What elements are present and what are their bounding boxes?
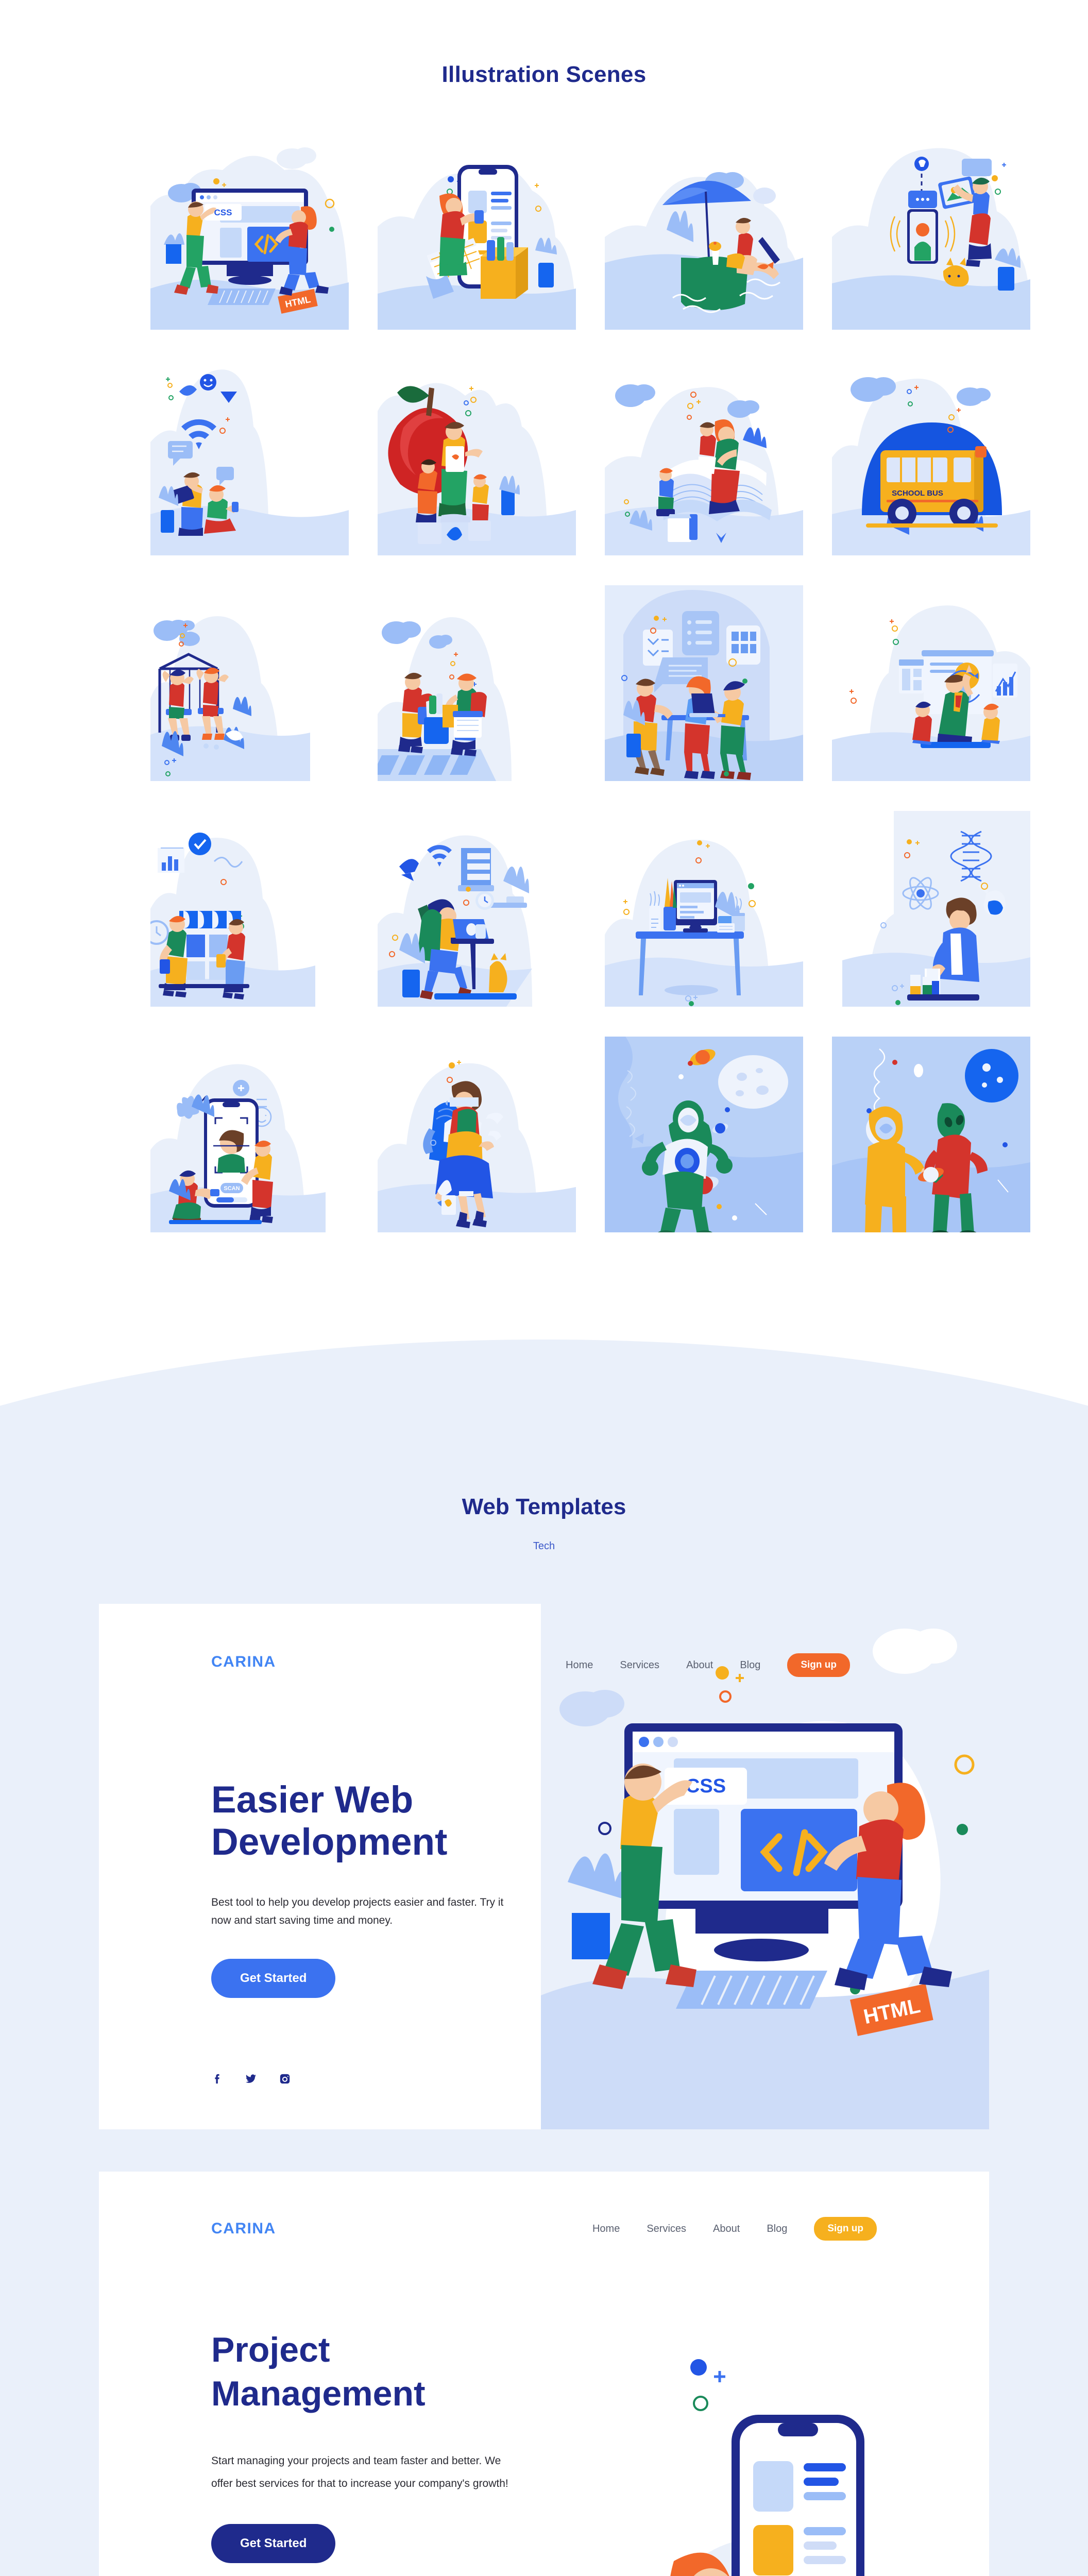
scene-card-storefront-shopping[interactable]: Storefront Shopping bbox=[150, 811, 349, 1007]
svg-text:CSS: CSS bbox=[686, 1775, 726, 1797]
scene-card-reading-together[interactable]: Reading Together bbox=[605, 360, 803, 555]
nav-link-services[interactable]: Services bbox=[620, 1659, 659, 1671]
scene-card-working-on-vacation[interactable]: Working On Vacation bbox=[605, 134, 803, 330]
scene-card-web-development[interactable]: Web Development CSS bbox=[150, 134, 349, 330]
scene-card-desk-workspace[interactable]: Desk Workspace bbox=[605, 811, 803, 1007]
scene-card-alien-encounter[interactable]: Alien Encounter bbox=[832, 1037, 1030, 1232]
templates-title: Web Templates bbox=[462, 1494, 626, 1519]
scene-card-walking-to-school[interactable]: Walking To School bbox=[378, 585, 576, 781]
twitter-icon[interactable] bbox=[245, 2073, 257, 2087]
scene-card-education-apple[interactable]: Education Apple bbox=[378, 360, 576, 555]
scene-card-mobile-planning[interactable]: Mobile Planning bbox=[378, 134, 576, 330]
template-2-illustration bbox=[371, 2323, 989, 2576]
nav-link-about[interactable]: About bbox=[686, 1659, 713, 1671]
nav-link-services[interactable]: Services bbox=[647, 2223, 686, 2235]
scene-card-school-bus[interactable]: School Bus SCHOOL BUS bbox=[832, 360, 1030, 555]
illustration-grid: Web Development CSS bbox=[150, 134, 1030, 1232]
templates-subtitle: Tech bbox=[533, 1540, 555, 1552]
template-1-nav: Home Services About Blog Sign up bbox=[566, 1653, 851, 1677]
page-title: Illustration Scenes bbox=[441, 62, 647, 87]
brand-logo-carina[interactable]: CARINA bbox=[211, 1653, 541, 1671]
get-started-button[interactable]: Get Started bbox=[211, 1958, 336, 1998]
template-1-body: Best tool to help you develop projects e… bbox=[211, 1896, 504, 1927]
template-card-1-illustration-panel: Home Services About Blog Sign up CSS HTM… bbox=[541, 1604, 989, 2129]
svg-text:CSS: CSS bbox=[214, 208, 232, 217]
nav-link-home[interactable]: Home bbox=[566, 1659, 593, 1671]
template-card-project-management[interactable]: CARINA Home Services About Blog Sign up bbox=[99, 2172, 989, 2576]
svg-text:SCHOOL BUS: SCHOOL BUS bbox=[892, 489, 943, 498]
sign-up-button[interactable]: Sign up bbox=[787, 1653, 851, 1677]
scene-card-team-meeting[interactable]: Team Meeting bbox=[605, 585, 803, 781]
nav-link-blog[interactable]: Blog bbox=[767, 2223, 787, 2235]
template-card-1-left-panel: CARINA Easier Web Development Best tool … bbox=[99, 1604, 541, 2129]
scene-card-virtual-reality[interactable]: Virtual Reality bbox=[378, 1037, 576, 1232]
nav-link-home[interactable]: Home bbox=[592, 2223, 620, 2235]
illustration-scenes-section: Illustration Scenes Web Development bbox=[0, 0, 1088, 1340]
scene-card-presentation[interactable]: Presentation bbox=[832, 585, 1030, 781]
template-2-topbar: CARINA Home Services About Blog Sign up bbox=[99, 2217, 989, 2241]
svg-text:SCAN: SCAN bbox=[224, 1185, 240, 1192]
web-templates-section: Web Templates Tech CARINA Easier Web Dev… bbox=[0, 1340, 1088, 2576]
facebook-icon[interactable] bbox=[211, 2073, 223, 2087]
get-started-button[interactable]: Get Started bbox=[211, 2524, 336, 2564]
scene-card-online-learning[interactable]: Online Learning bbox=[150, 360, 349, 555]
nav-link-about[interactable]: About bbox=[713, 2223, 740, 2235]
scene-card-video-call[interactable]: Video Call bbox=[832, 134, 1030, 330]
template-card-web-development[interactable]: CARINA Easier Web Development Best tool … bbox=[99, 1604, 989, 2129]
brand-logo-carina[interactable]: CARINA bbox=[211, 2220, 276, 2238]
scene-card-work-from-home[interactable]: Work From Home bbox=[378, 811, 576, 1007]
instagram-icon[interactable] bbox=[279, 2073, 291, 2087]
nav-link-blog[interactable]: Blog bbox=[740, 1659, 760, 1671]
template-2-content: Project Management Start managing your p… bbox=[99, 2328, 989, 2576]
template-1-headline: Easier Web Development bbox=[211, 1779, 448, 1863]
scene-card-face-scan[interactable]: Face Scan bbox=[150, 1037, 349, 1232]
social-links bbox=[211, 2073, 291, 2087]
scene-card-astronaut-space[interactable]: Astronaut In Space bbox=[605, 1037, 803, 1232]
scene-card-playground[interactable]: Playground bbox=[150, 585, 349, 781]
sign-up-button[interactable]: Sign up bbox=[814, 2217, 877, 2241]
scene-card-laboratory-science[interactable]: Laboratory Science bbox=[832, 811, 1030, 1007]
template-2-nav: Home Services About Blog Sign up bbox=[592, 2217, 877, 2241]
template-cards: CARINA Easier Web Development Best tool … bbox=[99, 1604, 989, 2576]
